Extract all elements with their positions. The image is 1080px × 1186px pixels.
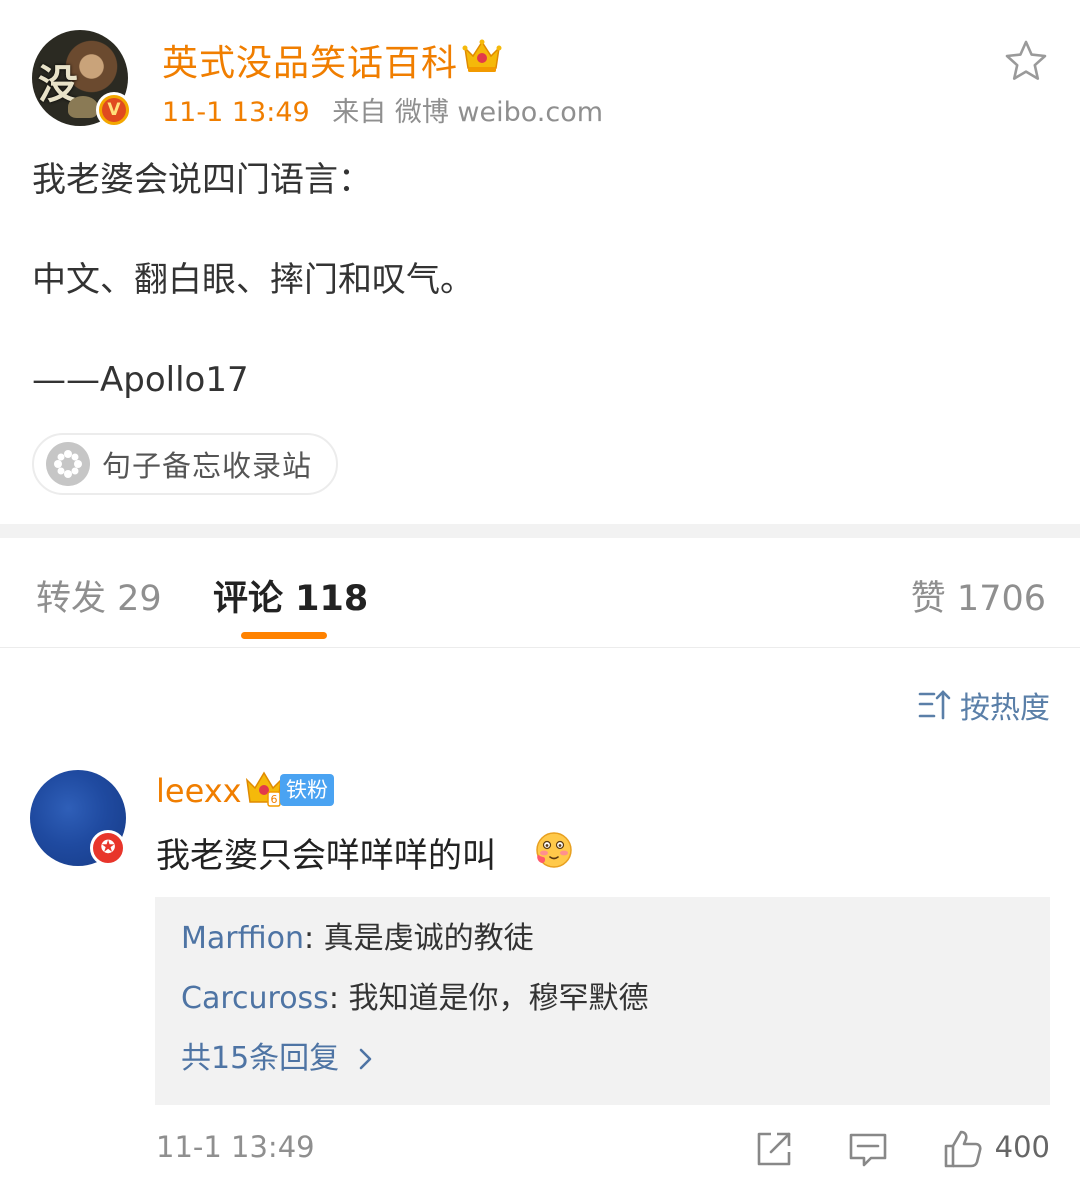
more-replies-link[interactable]: 共15条回复: [181, 1039, 1024, 1079]
post-line: 我老婆会说四门语言：: [32, 160, 372, 200]
fan-crown-icon: 6: [245, 771, 283, 807]
post-header: 没 V 英式没品笑话百科 11-1 13:49 来自 微博 weibo.com: [0, 0, 1080, 140]
chevron-right-icon: [359, 1048, 372, 1070]
reply-row: Marffion: 真是虔诚的教徒: [181, 919, 1024, 979]
topic-icon: [46, 442, 90, 486]
member-badge-icon: ✪: [90, 830, 126, 866]
svg-text:6: 6: [271, 793, 278, 806]
active-tab-indicator: [241, 632, 327, 639]
reply-preview-box[interactable]: Marffion: 真是虔诚的教徒 Carcuross: 我知道是你，穆罕默德 …: [155, 897, 1050, 1105]
reply-row: Carcuross: 我知道是你，穆罕默德: [181, 979, 1024, 1039]
like-count: 400: [994, 1130, 1050, 1164]
avatar-helmet: [68, 96, 98, 118]
post-line: 中文、翻白眼、摔门和叹气。: [32, 260, 474, 300]
post-body: 我老婆会说四门语言： 中文、翻白眼、摔门和叹气。 ——Apollo17: [32, 156, 1048, 456]
like-icon[interactable]: [942, 1128, 984, 1170]
section-divider: [0, 524, 1080, 538]
sort-toggle[interactable]: 按热度: [918, 683, 1050, 727]
reply-icon[interactable]: [848, 1132, 888, 1168]
commenter-name[interactable]: leexx: [156, 772, 242, 810]
comment-item: ✪ leexx 6 铁粉 我老婆只会咩咩咩的叫 Marffion: 真是虔诚的教…: [0, 760, 1080, 1186]
reply-author[interactable]: Carcuross: [181, 981, 329, 1016]
tab-comment[interactable]: 评论 118: [213, 570, 368, 621]
share-icon[interactable]: [755, 1130, 793, 1168]
crown-icon[interactable]: [462, 38, 502, 74]
verified-mark: V: [102, 98, 126, 122]
reply-author[interactable]: Marffion: [181, 921, 304, 956]
author-name[interactable]: 英式没品笑话百科: [162, 34, 458, 86]
comment-text: 我老婆只会咩咩咩的叫: [156, 836, 496, 876]
tab-like[interactable]: 赞 1706: [911, 570, 1046, 621]
tab-repost[interactable]: 转发 29: [36, 570, 162, 621]
reply-text: : 我知道是你，穆罕默德: [328, 981, 649, 1016]
blush-icon: [536, 832, 572, 868]
fan-tag: 铁粉: [280, 774, 334, 806]
topic-chip[interactable]: 句子备忘收录站: [32, 433, 339, 495]
sort-label: 按热度: [960, 691, 1050, 726]
post-time: 11-1 13:49: [162, 97, 310, 128]
tab-bar: 转发 29 评论 118 赞 1706: [0, 538, 1080, 648]
topic-label: 句子备忘收录站: [102, 449, 313, 483]
post-meta: 11-1 13:49 来自 微博 weibo.com: [162, 90, 603, 129]
sort-icon: [918, 690, 951, 720]
more-replies-label: 共15条回复: [181, 1041, 340, 1076]
verified-badge-icon: V: [96, 92, 132, 128]
comment-footer: 11-1 13:49 400: [0, 1130, 1080, 1170]
post-source: 来自 微博 weibo.com: [332, 97, 604, 128]
star-icon[interactable]: [1003, 38, 1049, 84]
comment-time: 11-1 13:49: [156, 1130, 315, 1164]
reply-text: : 真是虔诚的教徒: [303, 921, 534, 956]
